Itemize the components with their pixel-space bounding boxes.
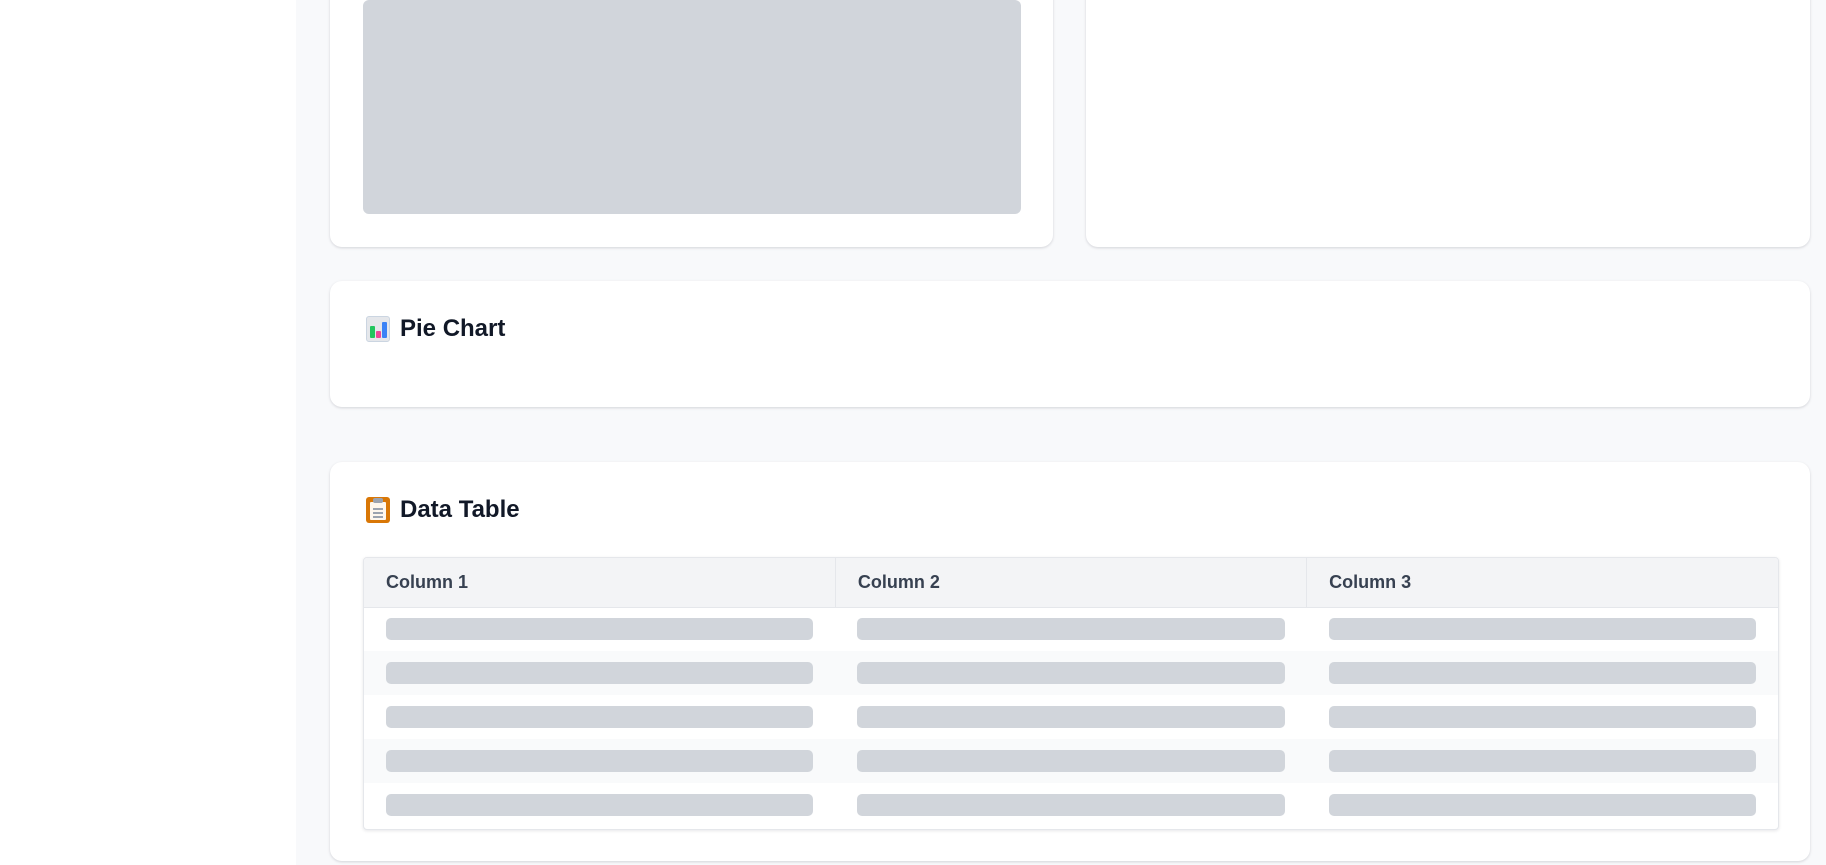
- skeleton-placeholder: [857, 662, 1285, 684]
- skeleton-placeholder: [1328, 662, 1756, 684]
- skeleton-placeholder: [386, 794, 814, 816]
- table-row: [364, 607, 1778, 651]
- table-row: [364, 739, 1778, 783]
- table-cell: [1306, 739, 1778, 783]
- skeleton-placeholder: [857, 750, 1285, 772]
- clipboard-icon: [366, 497, 390, 523]
- table-cell: [835, 607, 1306, 651]
- column-header[interactable]: Column 1: [364, 558, 836, 608]
- table-cell: [1307, 783, 1778, 827]
- page: Pie Chart Data Table Column 1 Column 2 C…: [0, 0, 1826, 865]
- table-cell: [1307, 607, 1778, 651]
- table-cell: [364, 607, 835, 651]
- data-table-title: Data Table: [400, 496, 520, 523]
- table-cell: [835, 739, 1307, 783]
- main-content: Pie Chart Data Table Column 1 Column 2 C…: [296, 0, 1826, 865]
- column-header[interactable]: Column 3: [1306, 558, 1778, 608]
- skeleton-placeholder: [857, 794, 1285, 816]
- data-table: Column 1 Column 2 Column 3: [363, 557, 1779, 830]
- skeleton-placeholder: [857, 706, 1285, 728]
- skeleton-placeholder: [857, 618, 1285, 641]
- pie-chart-card: Pie Chart: [330, 281, 1810, 407]
- chart-card-left: [330, 0, 1053, 247]
- skeleton-placeholder: [1328, 750, 1756, 772]
- table-header-row: Column 1 Column 2 Column 3: [364, 558, 1778, 608]
- table-row: [364, 783, 1778, 827]
- table-cell: [835, 651, 1307, 695]
- table-cell: [364, 695, 835, 739]
- pie-chart-title: Pie Chart: [400, 315, 506, 342]
- table-cell: [1306, 651, 1778, 695]
- table-cell: [1307, 695, 1778, 739]
- bar-chart-icon: [366, 316, 390, 342]
- table-cell: [364, 783, 835, 827]
- table-cell: [364, 651, 836, 695]
- table-cell: [835, 783, 1306, 827]
- pie-chart-heading: Pie Chart: [366, 315, 505, 343]
- sidebar: [0, 0, 296, 865]
- table-cell: [364, 739, 836, 783]
- skeleton-placeholder: [386, 750, 814, 772]
- table-row: [364, 695, 1778, 739]
- skeleton-placeholder: [1328, 618, 1756, 641]
- data-table-card: Data Table Column 1 Column 2 Column 3: [330, 462, 1810, 861]
- chart-card-right: [1086, 0, 1810, 247]
- table-cell: [835, 695, 1306, 739]
- skeleton-placeholder: [386, 662, 814, 684]
- column-header[interactable]: Column 2: [835, 558, 1308, 608]
- skeleton-placeholder: [386, 706, 814, 728]
- table-row: [364, 651, 1778, 695]
- skeleton-placeholder: [386, 618, 814, 641]
- data-table-heading: Data Table: [366, 496, 520, 524]
- skeleton-placeholder: [1328, 706, 1756, 728]
- skeleton-placeholder: [1328, 794, 1756, 816]
- loading-placeholder: [363, 0, 1021, 214]
